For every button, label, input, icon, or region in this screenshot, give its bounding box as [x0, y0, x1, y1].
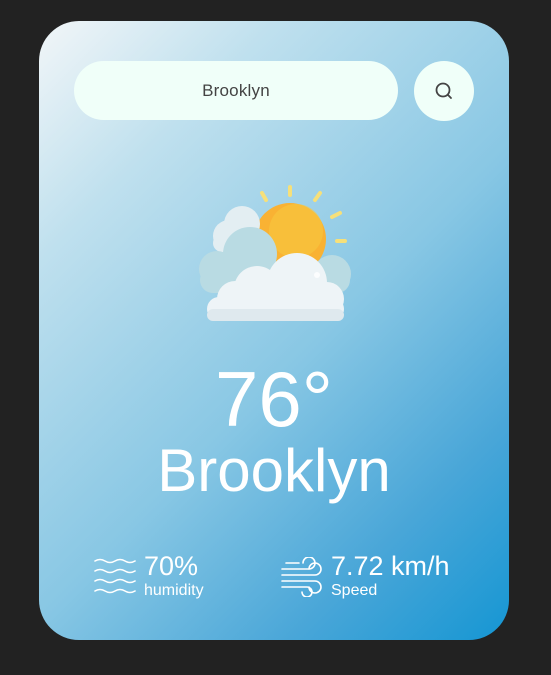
sun-behind-clouds-icon — [199, 185, 351, 321]
waves-icon — [94, 558, 136, 594]
wind-icon — [281, 557, 322, 597]
city-name: Brooklyn — [157, 437, 391, 504]
weather-card: Brooklyn 76° Brooklyn 70% humidity 7.72 … — [39, 21, 509, 640]
humidity-value: 70% — [144, 551, 199, 581]
search-icon — [435, 82, 452, 99]
search-input-value: Brooklyn — [202, 80, 270, 100]
humidity-label: humidity — [144, 582, 204, 599]
temperature: 76° — [215, 355, 333, 443]
search-button[interactable] — [414, 61, 474, 121]
wind-speed-value: 7.72 km/h — [331, 551, 450, 581]
humidity-stat: 70% humidity — [94, 551, 264, 603]
search-input[interactable]: Brooklyn — [74, 61, 398, 120]
wind-stat: 7.72 km/h Speed — [281, 551, 481, 603]
wind-speed-label: Speed — [331, 582, 378, 599]
